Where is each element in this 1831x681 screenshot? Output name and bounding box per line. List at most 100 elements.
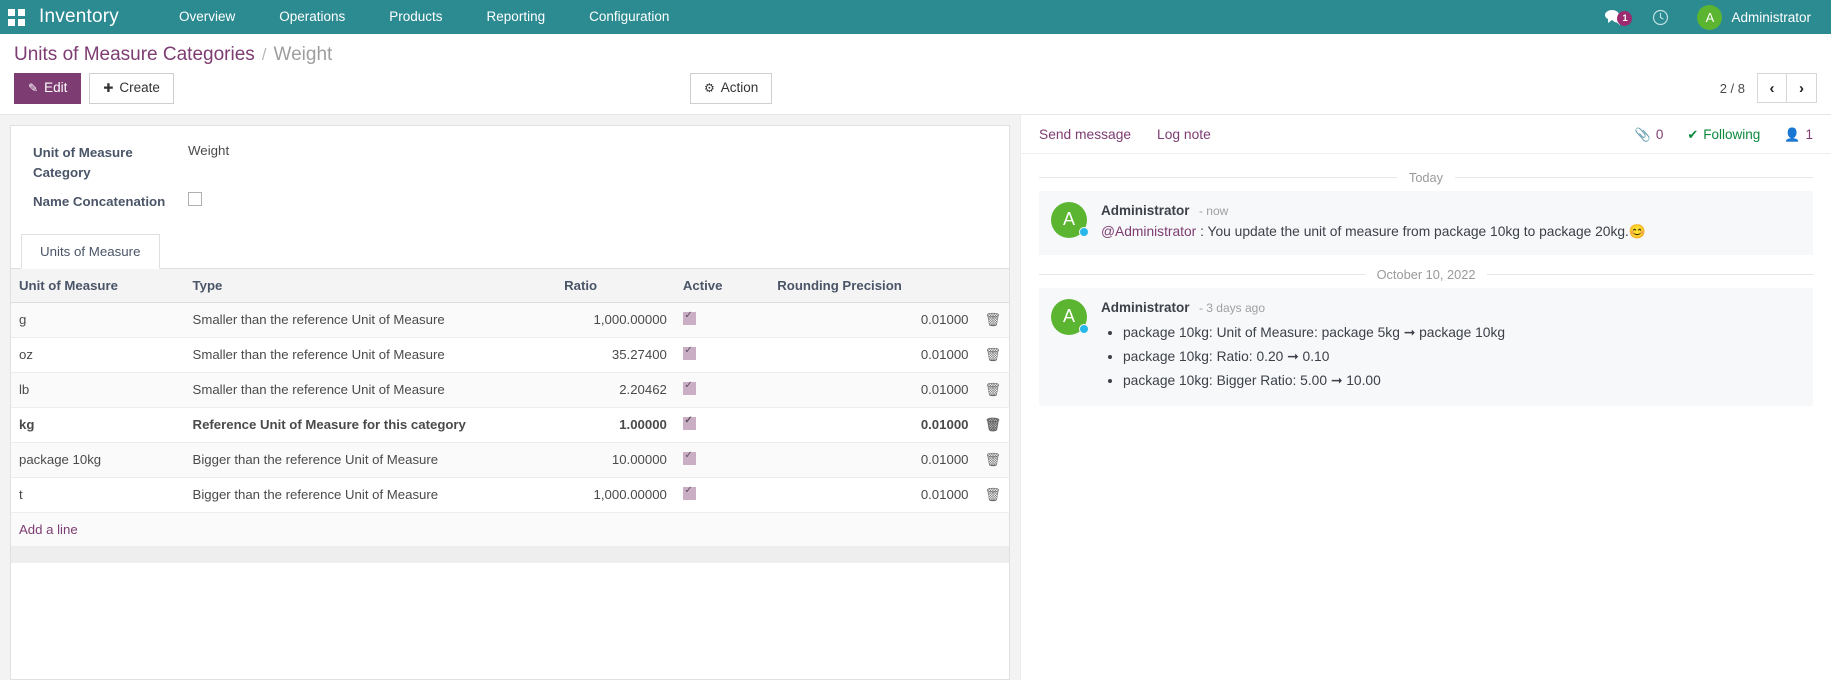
cell-ratio[interactable]: 2.20462 [556,372,675,407]
field-value[interactable]: Weight [188,142,229,183]
table-head: Unit of Measure Type Ratio Active Roundi… [11,269,1009,303]
units-of-measure-table: Unit of Measure Type Ratio Active Roundi… [11,269,1009,547]
cell-unit-of-measure[interactable]: kg [11,407,185,442]
cell-unit-of-measure[interactable]: t [11,477,185,512]
menu-item-products[interactable]: Products [367,0,464,34]
send-message-button[interactable]: Send message [1039,127,1131,142]
edit-button[interactable]: ✎ Edit [14,73,81,104]
cell-ratio[interactable]: 35.27400 [556,337,675,372]
create-button-label: Create [119,80,160,97]
cell-delete: 🗑 [976,477,1009,512]
notebook: Units of Measure Unit of Measure Type Ra… [11,234,1009,563]
messages-icon[interactable]: 1 [1590,9,1638,25]
avatar-initial: A [1063,209,1075,230]
table-row[interactable]: g Smaller than the reference Unit of Mea… [11,302,1009,337]
active-checkbox[interactable] [683,312,696,325]
following-stat[interactable]: ✔ Following [1687,127,1760,143]
active-checkbox[interactable] [683,452,696,465]
cell-rounding-precision[interactable]: 0.01000 [769,477,976,512]
message-item: A Administrator - 3 days ago package 10k… [1039,288,1813,406]
table-row[interactable]: lb Smaller than the reference Unit of Me… [11,372,1009,407]
table-row[interactable]: oz Smaller than the reference Unit of Me… [11,337,1009,372]
followers-count: 1 [1805,127,1813,142]
add-a-line-link[interactable]: Add a line [19,522,78,537]
cell-type[interactable]: Reference Unit of Measure for this categ… [185,407,557,442]
active-checkbox[interactable] [683,347,696,360]
avatar-initial: A [1063,306,1075,327]
apps-grid-icon[interactable] [8,9,25,26]
trash-icon[interactable]: 🗑 [984,312,1001,327]
cell-delete: 🗑 [976,372,1009,407]
cell-unit-of-measure[interactable]: oz [11,337,185,372]
tab-units-of-measure[interactable]: Units of Measure [21,234,160,269]
control-panel-buttons: ✎ Edit ✚ Create ⚙ Action 2 / 8 ‹ › [0,68,1831,114]
cell-rounding-precision[interactable]: 0.01000 [769,372,976,407]
column-header-active[interactable]: Active [675,269,769,303]
mention-link[interactable]: @Administrator [1101,224,1196,239]
table-row[interactable]: t Bigger than the reference Unit of Meas… [11,477,1009,512]
table-row[interactable]: package 10kg Bigger than the reference U… [11,442,1009,477]
app-brand-inventory[interactable]: Inventory [39,6,119,28]
pager-buttons: ‹ › [1757,73,1817,103]
cell-rounding-precision[interactable]: 0.01000 [769,442,976,477]
breadcrumb-root-link[interactable]: Units of Measure Categories [14,44,255,66]
cell-type[interactable]: Bigger than the reference Unit of Measur… [185,477,557,512]
cell-ratio[interactable]: 1.00000 [556,407,675,442]
cell-type[interactable]: Smaller than the reference Unit of Measu… [185,302,557,337]
cell-type[interactable]: Smaller than the reference Unit of Measu… [185,337,557,372]
chevron-left-icon[interactable]: ‹ [1757,73,1787,103]
add-a-line-row[interactable]: Add a line [11,512,1009,546]
message-header: Administrator - 3 days ago [1101,299,1801,317]
active-checkbox[interactable] [683,382,696,395]
column-header-rounding-precision[interactable]: Rounding Precision [769,269,976,303]
user-menu[interactable]: A Administrator [1683,5,1817,30]
trash-icon[interactable]: 🗑 [984,452,1001,467]
cell-delete: 🗑 [976,302,1009,337]
column-header-actions [976,269,1009,303]
tracking-values-list: package 10kg: Unit of Measure: package 5… [1123,321,1801,393]
column-header-type[interactable]: Type [185,269,557,303]
pager-count-label: 2 / 8 [1720,81,1745,96]
trash-icon[interactable]: 🗑 [984,487,1001,502]
cell-rounding-precision[interactable]: 0.01000 [769,337,976,372]
cell-ratio[interactable]: 1,000.00000 [556,302,675,337]
menu-item-reporting[interactable]: Reporting [465,0,568,34]
cell-type[interactable]: Bigger than the reference Unit of Measur… [185,442,557,477]
cell-unit-of-measure[interactable]: package 10kg [11,442,185,477]
active-checkbox[interactable] [683,417,696,430]
cell-rounding-precision[interactable]: 0.01000 [769,302,976,337]
column-header-ratio[interactable]: Ratio [556,269,675,303]
gear-icon: ⚙ [704,82,715,94]
cell-ratio[interactable]: 10.00000 [556,442,675,477]
table-header-row: Unit of Measure Type Ratio Active Roundi… [11,269,1009,303]
field-unit-of-measure-category: Unit of Measure Category Weight [33,142,987,183]
message-body: Administrator - 3 days ago package 10kg:… [1101,299,1801,393]
pencil-icon: ✎ [28,82,38,94]
cell-delete: 🗑 [976,337,1009,372]
cell-unit-of-measure[interactable]: g [11,302,185,337]
clock-icon[interactable] [1638,9,1683,26]
followers-stat[interactable]: 👤 1 [1784,127,1813,143]
trash-icon[interactable]: 🗑 [984,347,1001,362]
menu-item-operations[interactable]: Operations [257,0,367,34]
cell-type[interactable]: Smaller than the reference Unit of Measu… [185,372,557,407]
trash-icon[interactable]: 🗑 [984,417,1001,432]
menu-item-configuration[interactable]: Configuration [567,0,691,34]
main-menu: Overview Operations Products Reporting C… [157,0,691,34]
log-note-button[interactable]: Log note [1157,127,1211,142]
cell-ratio[interactable]: 1,000.00000 [556,477,675,512]
active-checkbox[interactable] [683,487,696,500]
cell-unit-of-measure[interactable]: lb [11,372,185,407]
table-row[interactable]: kg Reference Unit of Measure for this ca… [11,407,1009,442]
menu-item-overview[interactable]: Overview [157,0,257,34]
name-concatenation-checkbox[interactable] [188,192,202,206]
action-button[interactable]: ⚙ Action [690,73,772,104]
trash-icon[interactable]: 🗑 [984,382,1001,397]
create-button[interactable]: ✚ Create [89,73,174,104]
cell-rounding-precision[interactable]: 0.01000 [769,407,976,442]
chevron-right-icon[interactable]: › [1787,73,1817,103]
column-header-unit-of-measure[interactable]: Unit of Measure [11,269,185,303]
clock-glyph [1652,9,1669,26]
day-separator: October 10, 2022 [1039,267,1813,282]
attachments-stat[interactable]: 📎 0 [1635,127,1664,143]
